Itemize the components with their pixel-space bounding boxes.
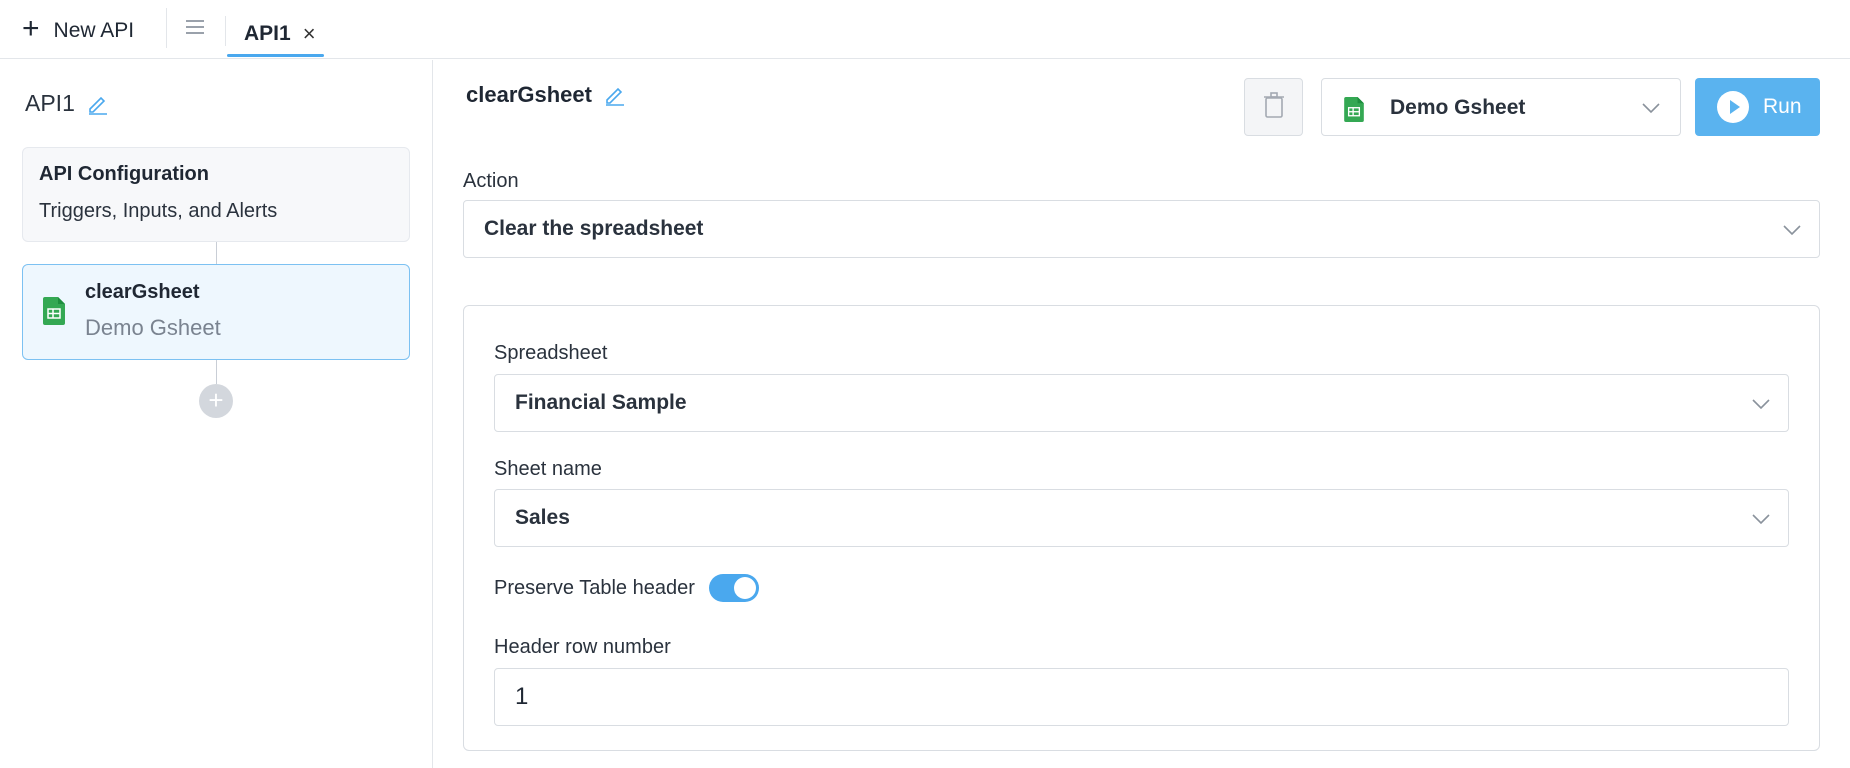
preserve-header-label: Preserve Table header [494, 576, 695, 599]
step-editor: clearGsheet Demo Gsheet Run Action Clear… [434, 60, 1850, 768]
api-sidebar: API1 API Configuration Triggers, Inputs,… [0, 60, 433, 768]
step-title: clearGsheet [466, 82, 626, 108]
active-tab-indicator [227, 54, 324, 57]
action-parameters-group: Spreadsheet Financial Sample Sheet name … [463, 305, 1820, 751]
plus-icon: + [22, 12, 40, 45]
action-select-value: Clear the spreadsheet [484, 217, 704, 240]
action-label: Action [463, 170, 519, 192]
edit-pencil-icon[interactable] [604, 84, 626, 106]
config-card-subtitle: Triggers, Inputs, and Alerts [39, 200, 278, 222]
divider [166, 8, 167, 48]
google-sheets-icon [43, 297, 65, 330]
step-connector [216, 360, 217, 384]
tab-api1[interactable]: API1 × [227, 10, 324, 57]
step-name: clearGsheet [85, 281, 200, 303]
chevron-down-icon [1642, 101, 1660, 119]
delete-step-button[interactable] [1244, 78, 1303, 136]
tab-label: API1 [244, 21, 291, 45]
header-row-number-label: Header row number [494, 636, 671, 658]
chevron-down-icon [1752, 512, 1770, 530]
play-icon [1717, 91, 1749, 123]
header-row-number-input[interactable] [494, 668, 1789, 726]
config-card-title: API Configuration [39, 163, 209, 185]
spreadsheet-label: Spreadsheet [494, 342, 608, 364]
sheet-name-select[interactable]: Sales [494, 489, 1789, 547]
run-button[interactable]: Run [1695, 78, 1820, 136]
api-name: API1 [25, 90, 75, 116]
hamburger-menu-icon[interactable] [186, 20, 204, 34]
spreadsheet-select-value: Financial Sample [515, 391, 687, 414]
step-integration: Demo Gsheet [85, 315, 221, 340]
chevron-down-icon [1752, 397, 1770, 415]
step-card-cleargsheet[interactable]: clearGsheet Demo Gsheet [22, 264, 410, 360]
google-sheets-icon [1344, 97, 1364, 127]
step-title-text: clearGsheet [466, 82, 592, 107]
spreadsheet-select[interactable]: Financial Sample [494, 374, 1789, 432]
integration-select-value: Demo Gsheet [1390, 96, 1526, 119]
new-api-label: New API [53, 19, 135, 42]
step-connector [216, 242, 217, 264]
preserve-header-row: Preserve Table header [494, 574, 759, 602]
trash-icon [1263, 91, 1285, 123]
sheet-name-select-value: Sales [515, 506, 570, 529]
integration-select[interactable]: Demo Gsheet [1321, 78, 1681, 136]
api-configuration-card[interactable]: API Configuration Triggers, Inputs, and … [22, 147, 410, 242]
close-tab-icon[interactable]: × [303, 22, 316, 45]
action-select[interactable]: Clear the spreadsheet [463, 200, 1820, 258]
edit-pencil-icon[interactable] [87, 93, 109, 115]
toggle-knob [733, 577, 756, 599]
chevron-down-icon [1783, 223, 1801, 241]
add-step-button[interactable]: + [199, 384, 233, 418]
divider [225, 16, 226, 46]
api-title: API1 [25, 90, 109, 117]
top-tab-bar: + New API API1 × [0, 0, 1850, 59]
sheet-name-label: Sheet name [494, 458, 602, 480]
new-api-button[interactable]: + New API [22, 14, 134, 48]
run-label: Run [1763, 95, 1802, 118]
preserve-header-toggle[interactable] [708, 574, 759, 602]
